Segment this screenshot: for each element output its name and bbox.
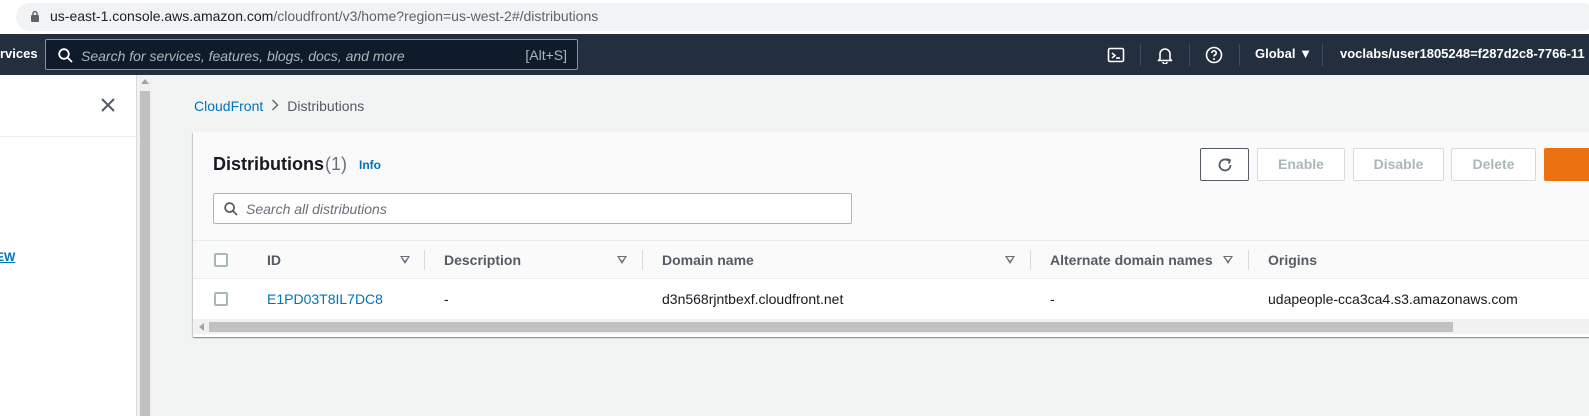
lock-icon <box>31 10 39 22</box>
services-menu-button[interactable]: rvices <box>0 46 38 61</box>
region-selector[interactable]: Global ▼ <box>1255 46 1312 61</box>
breadcrumb-cloudfront-link[interactable]: CloudFront <box>194 98 263 114</box>
url-host: us-east-1.console.aws.amazon.com <box>50 8 274 24</box>
nav-divider <box>1189 44 1190 66</box>
close-icon[interactable] <box>100 97 116 113</box>
distribution-id-link[interactable]: E1PD03T8IL7DC8 <box>267 291 383 307</box>
column-header-id[interactable]: ID <box>267 252 281 268</box>
region-label: Global <box>1255 46 1296 61</box>
bell-icon[interactable] <box>1156 46 1174 64</box>
column-header-description[interactable]: Description <box>444 252 521 268</box>
url-text[interactable]: us-east-1.console.aws.amazon.com/cloudfr… <box>50 8 598 24</box>
nav-divider <box>1140 44 1141 66</box>
refresh-icon <box>1218 158 1232 172</box>
cell-alternate-domain-names: - <box>1050 291 1055 307</box>
search-placeholder: Search for services, features, blogs, do… <box>81 48 405 64</box>
sidebar-divider <box>0 136 137 137</box>
nav-divider <box>1322 44 1323 66</box>
cell-description: - <box>444 291 449 307</box>
sort-icon[interactable] <box>400 256 410 264</box>
aws-top-nav: rvices Search for services, features, bl… <box>0 34 1589 75</box>
distributions-table-container: Distributions (1) Info Search all distri… <box>193 132 1589 337</box>
url-path: /cloudfront/v3/home?region=us-west-2#/di… <box>273 8 599 24</box>
scroll-up-arrow-icon[interactable] <box>141 79 149 84</box>
table-row: E1PD03T8IL7DC8 - d3n568rjntbexf.cloudfro… <box>193 279 1589 319</box>
new-console-link[interactable]: EW <box>0 250 15 264</box>
search-placeholder: Search all distributions <box>246 201 387 217</box>
search-icon <box>224 202 238 216</box>
distribution-count: (1) <box>325 154 347 174</box>
column-resizer[interactable] <box>642 250 643 270</box>
side-navigation: : EW <box>0 75 137 416</box>
column-resizer[interactable] <box>1030 250 1031 270</box>
delete-button[interactable]: Delete <box>1451 148 1536 181</box>
caret-down-icon: ▼ <box>1299 46 1312 61</box>
column-header-origins[interactable]: Origins <box>1268 252 1317 268</box>
refresh-button[interactable] <box>1200 148 1249 181</box>
search-icon <box>58 48 73 63</box>
breadcrumb-current: Distributions <box>287 98 365 114</box>
vertical-scrollbar[interactable] <box>138 75 152 416</box>
column-resizer[interactable] <box>1248 250 1249 270</box>
enable-button[interactable]: Enable <box>1257 148 1345 181</box>
create-distribution-button[interactable] <box>1544 148 1589 181</box>
browser-address-bar: ‹ us-east-1.console.aws.amazon.com/cloud… <box>0 0 1589 34</box>
scroll-left-arrow-icon[interactable] <box>199 323 204 331</box>
scrollbar-thumb[interactable] <box>209 322 1453 332</box>
nav-divider <box>1239 44 1240 66</box>
cell-origins: udapeople-cca3ca4.s3.amazonaws.com <box>1268 291 1518 307</box>
chevron-right-icon <box>271 98 279 114</box>
sort-icon[interactable] <box>1223 256 1233 264</box>
global-search-input[interactable]: Search for services, features, blogs, do… <box>45 39 578 70</box>
select-all-checkbox[interactable] <box>214 253 228 267</box>
info-link[interactable]: Info <box>359 158 381 172</box>
breadcrumb: CloudFront Distributions <box>194 98 364 114</box>
search-shortcut-hint: [Alt+S] <box>525 47 567 63</box>
scrollbar-thumb[interactable] <box>140 91 150 416</box>
sort-icon[interactable] <box>617 256 627 264</box>
sort-icon[interactable] <box>1005 256 1015 264</box>
distribution-search-input[interactable]: Search all distributions <box>213 193 852 224</box>
account-menu[interactable]: voclabs/user1805248=f287d2c8-7766-11 <box>1340 46 1585 61</box>
row-checkbox[interactable] <box>214 292 228 306</box>
column-header-alternate-domain-names[interactable]: Alternate domain names <box>1050 252 1213 268</box>
horizontal-scrollbar[interactable] <box>193 319 1589 334</box>
column-header-domain-name[interactable]: Domain name <box>662 252 754 268</box>
table-header-row: ID Description Domain name Alternate dom… <box>193 240 1589 279</box>
help-icon[interactable] <box>1205 46 1223 64</box>
page-title: Distributions <box>213 154 324 174</box>
column-resizer[interactable] <box>424 250 425 270</box>
cell-domain-name: d3n568rjntbexf.cloudfront.net <box>662 291 844 307</box>
cloudshell-icon[interactable] <box>1107 46 1125 64</box>
disable-button[interactable]: Disable <box>1353 148 1444 181</box>
